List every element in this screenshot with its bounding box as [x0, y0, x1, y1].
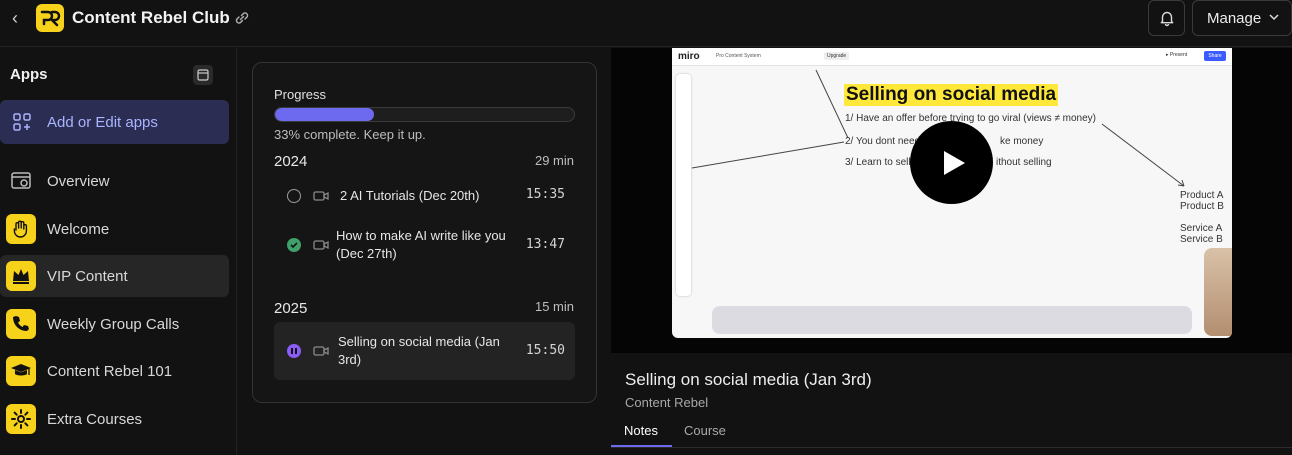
- section-duration: 15 min: [534, 299, 574, 314]
- apps-title: Apps: [10, 66, 48, 83]
- board-line: 1/ Have an offer before trying to go vir…: [845, 113, 1096, 124]
- video-player[interactable]: miro Pro Content System Upgrade ▸ Presen…: [611, 48, 1292, 353]
- sidebar-item-label: Content Rebel 101: [47, 362, 173, 380]
- section-year: 2024: [274, 153, 308, 170]
- phone-icon: [6, 309, 36, 339]
- video-icon: [313, 191, 329, 201]
- board-product: Product A: [1180, 190, 1224, 201]
- board-line: 2/ You dont need: [845, 136, 921, 147]
- graduation-cap-icon: [6, 356, 36, 386]
- sidebar-item-welcome[interactable]: Welcome: [0, 208, 229, 250]
- video-icon: [313, 346, 329, 356]
- completed-check-icon: [287, 238, 301, 252]
- top-bar: ‹ Content Rebel Club Manage: [0, 0, 1292, 47]
- lesson-duration: 15:35: [525, 187, 565, 202]
- lesson-tabs: Notes Course: [611, 414, 1292, 448]
- play-button[interactable]: [910, 121, 993, 204]
- video-icon: [313, 240, 329, 250]
- section-duration: 29 min: [534, 153, 574, 168]
- manage-button[interactable]: Manage: [1192, 0, 1292, 36]
- board-product: Product B: [1180, 201, 1224, 212]
- progress-bar: [274, 107, 575, 122]
- lesson-title-line2: 3rd): [338, 352, 362, 367]
- board-product: Service B: [1180, 234, 1223, 245]
- lesson-subtitle: Content Rebel: [625, 395, 709, 410]
- add-apps-label: Add or Edit apps: [47, 113, 158, 131]
- lesson-duration: 15:50: [525, 343, 565, 358]
- lesson-title-heading: Selling on social media (Jan 3rd): [625, 370, 872, 389]
- lesson-duration: 13:47: [525, 237, 565, 252]
- crown-icon: [6, 261, 36, 291]
- sidebar-item-extra-courses[interactable]: Extra Courses: [0, 398, 229, 440]
- lesson-item-current[interactable]: Selling on social media (Jan 3rd) 15:50: [274, 322, 575, 380]
- tab-notes[interactable]: Notes: [624, 423, 658, 438]
- pause-icon: [287, 344, 301, 358]
- gear-icon: [6, 404, 36, 434]
- sidebar: Apps Add or Edit apps Overview Welcome V…: [0, 48, 237, 455]
- course-panel: Progress 33% complete. Keep it up. 2024 …: [252, 62, 597, 403]
- chevron-down-icon: [1269, 14, 1279, 21]
- sidebar-item-overview[interactable]: Overview: [0, 160, 229, 202]
- add-or-edit-apps-button[interactable]: Add or Edit apps: [0, 100, 229, 144]
- sidebar-item-label: Welcome: [47, 220, 110, 238]
- board-product: Service A: [1180, 223, 1223, 234]
- tab-underline: [611, 445, 672, 447]
- tab-course[interactable]: Course: [684, 423, 726, 438]
- sidebar-item-label: Extra Courses: [47, 410, 143, 428]
- overview-icon: [6, 166, 36, 196]
- bell-icon: [1160, 11, 1173, 27]
- lesson-item[interactable]: 2 AI Tutorials (Dec 20th) 15:35: [274, 179, 575, 213]
- notifications-button[interactable]: [1148, 0, 1185, 36]
- progress-text: 33% complete. Keep it up.: [274, 127, 426, 142]
- collapse-sidebar-button[interactable]: [193, 65, 213, 85]
- board-line: ithout selling: [996, 157, 1052, 168]
- wave-hand-icon: [6, 214, 36, 244]
- club-logo[interactable]: [36, 4, 64, 32]
- play-icon: [943, 150, 965, 175]
- not-started-icon: [287, 189, 301, 203]
- sidebar-item-label: VIP Content: [47, 267, 128, 285]
- section-year: 2025: [274, 300, 308, 317]
- board-title: Selling on social media: [844, 84, 1059, 106]
- apps-grid-icon: [13, 113, 31, 131]
- club-title: Content Rebel Club: [72, 8, 230, 27]
- sidebar-item-label: Overview: [47, 172, 110, 190]
- sidebar-item-label: Weekly Group Calls: [47, 315, 180, 333]
- link-icon[interactable]: [233, 9, 251, 27]
- lesson-title-line2: (Dec 27th): [336, 246, 397, 261]
- lesson-title: Selling on social media (Jan: [338, 334, 500, 349]
- sidebar-item-vip-content[interactable]: VIP Content: [0, 255, 229, 297]
- lesson-title: 2 AI Tutorials (Dec 20th): [340, 188, 480, 203]
- progress-bar-fill: [275, 108, 374, 121]
- webcam-overlay: [1204, 248, 1232, 336]
- sidebar-item-content-rebel-101[interactable]: Content Rebel 101: [0, 350, 229, 392]
- board-line: 3/ Learn to sell: [845, 157, 911, 168]
- progress-title: Progress: [274, 87, 327, 102]
- chevron-left-icon[interactable]: ‹: [6, 8, 24, 28]
- board-line: ke money: [1000, 136, 1044, 147]
- manage-label: Manage: [1207, 9, 1262, 27]
- sidebar-item-weekly-group-calls[interactable]: Weekly Group Calls: [0, 303, 229, 345]
- lesson-item[interactable]: How to make AI write like you (Dec 27th)…: [274, 224, 575, 266]
- panel-icon: [197, 69, 209, 81]
- lesson-title: How to make AI write like you: [336, 228, 506, 243]
- mac-dock: [712, 306, 1192, 334]
